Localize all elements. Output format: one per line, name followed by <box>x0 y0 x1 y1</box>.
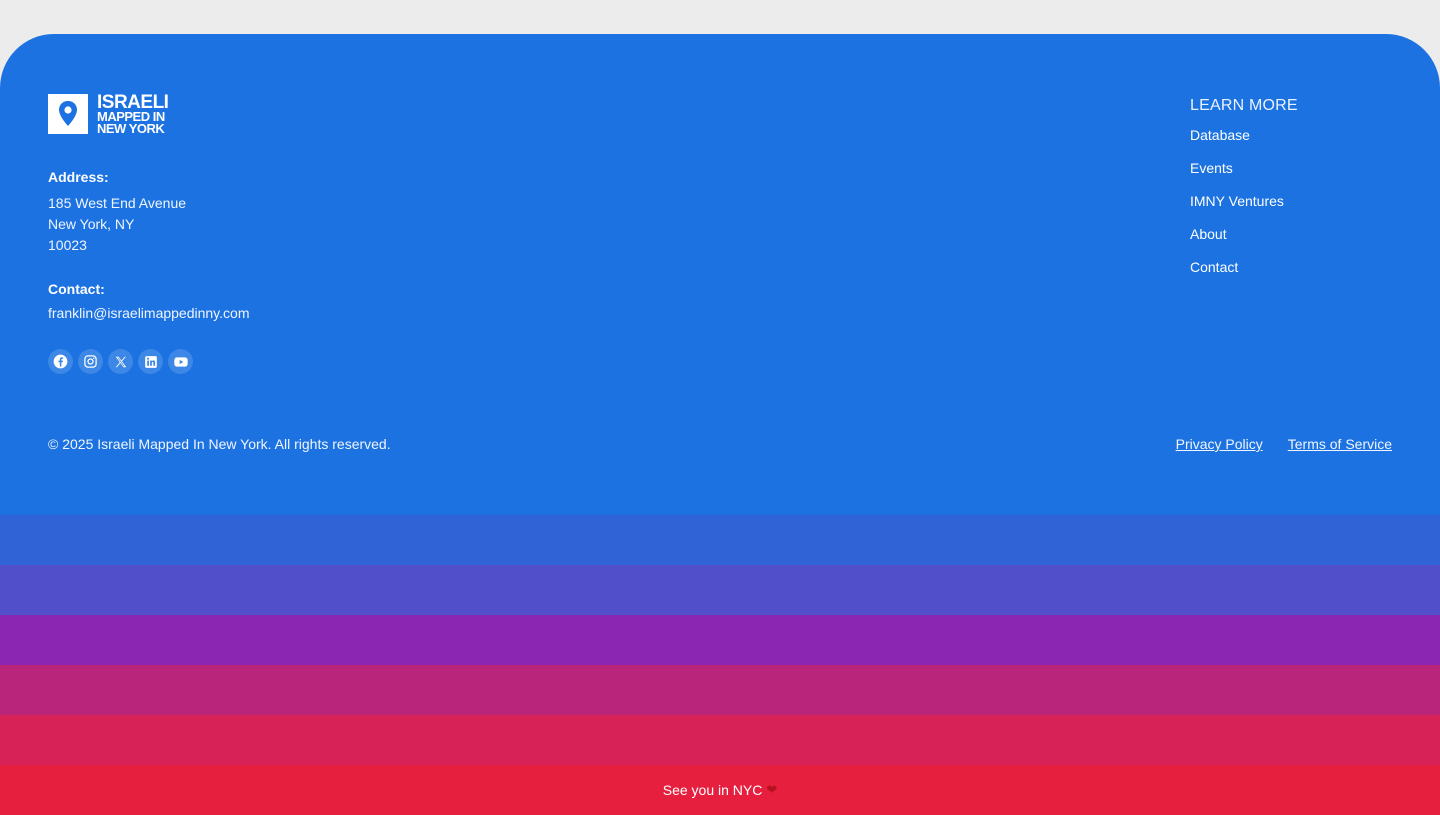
linkedin-icon[interactable] <box>138 349 163 374</box>
brand-logo[interactable]: ISRAELI MAPPED IN NEW YORK <box>48 91 169 136</box>
address-block: 185 West End Avenue New York, NY 10023 <box>48 193 186 256</box>
social-links <box>48 349 193 374</box>
address-line-1: 185 West End Avenue <box>48 195 187 211</box>
youtube-icon[interactable] <box>168 349 193 374</box>
map-pin-icon <box>48 94 88 134</box>
x-icon[interactable] <box>108 349 133 374</box>
page: ISRAELI MAPPED IN NEW YORK Address: 185 … <box>0 0 1440 815</box>
address-line-2: New York, NY <box>48 216 135 232</box>
footer-link-about[interactable]: About <box>1190 225 1298 258</box>
footer-link-database[interactable]: Database <box>1190 126 1298 159</box>
contact-label: Contact: <box>48 281 105 297</box>
address-label: Address: <box>48 169 109 185</box>
privacy-policy-link[interactable]: Privacy Policy <box>1176 436 1263 452</box>
gradient-band-2 <box>0 565 1440 615</box>
instagram-icon[interactable] <box>78 349 103 374</box>
gradient-band-5 <box>0 715 1440 765</box>
footer-link-events[interactable]: Events <box>1190 159 1298 192</box>
facebook-icon[interactable] <box>48 349 73 374</box>
gradient-band-4 <box>0 665 1440 715</box>
gradient-band-6: See you in NYC ❤ <box>0 765 1440 815</box>
legal-links: Privacy Policy Terms of Service <box>1176 436 1392 452</box>
tagline-text: See you in NYC <box>662 782 763 798</box>
gradient-band-3 <box>0 615 1440 665</box>
terms-of-service-link[interactable]: Terms of Service <box>1288 436 1392 452</box>
site-footer: ISRAELI MAPPED IN NEW YORK Address: 185 … <box>0 34 1440 515</box>
address-line-3: 10023 <box>48 237 87 253</box>
logo-line-3: NEW YORK <box>97 120 165 136</box>
heart-icon: ❤ <box>766 782 778 797</box>
learn-more-title: LEARN MORE <box>1190 97 1298 114</box>
logo-wordmark: ISRAELI MAPPED IN NEW YORK <box>97 91 169 136</box>
contact-email-link[interactable]: franklin@israelimappedinny.com <box>48 305 249 321</box>
learn-more-nav: LEARN MORE Database Events IMNY Ventures… <box>1190 97 1298 291</box>
gradient-band-1 <box>0 515 1440 565</box>
footer-link-contact[interactable]: Contact <box>1190 258 1298 291</box>
footer-link-imny-ventures[interactable]: IMNY Ventures <box>1190 192 1298 225</box>
logo-line-1: ISRAELI <box>97 91 169 113</box>
copyright-text: © 2025 Israeli Mapped In New York. All r… <box>48 436 391 452</box>
